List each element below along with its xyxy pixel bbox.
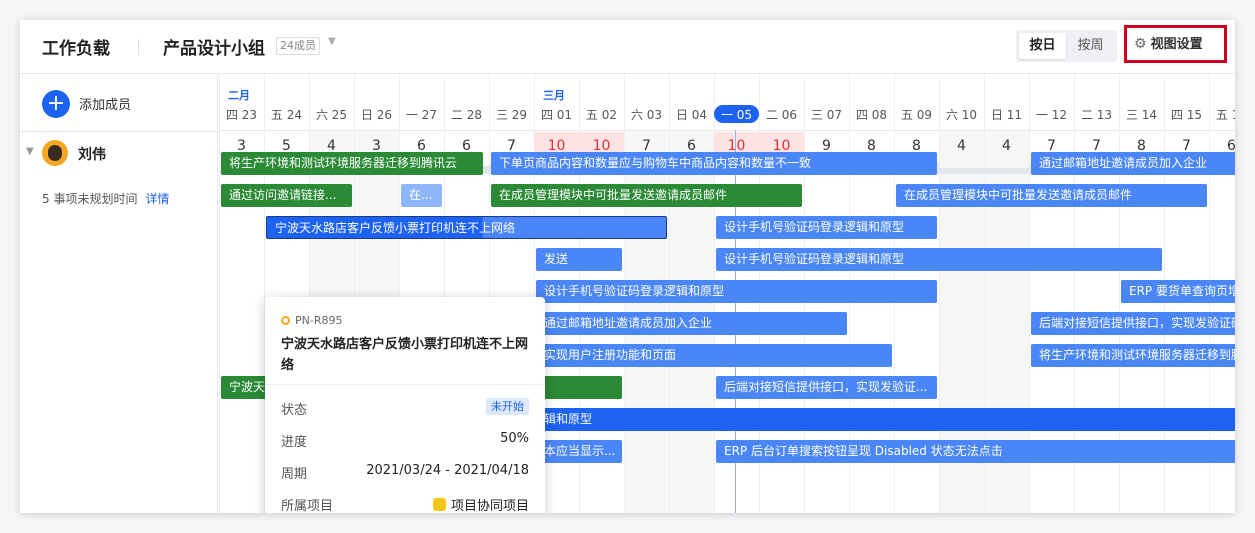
day-label: 四 01 [540, 108, 573, 122]
day-label: 日 11 [990, 108, 1023, 122]
task-bar[interactable]: 设计手机号验证码登录逻辑和原型 [536, 280, 937, 303]
task-bar[interactable]: 宁波天水路店客户反馈小票打印机连不上网络 [266, 216, 667, 239]
day-label: 四 15 [1170, 108, 1203, 122]
task-bar[interactable]: 辑和原型 [536, 408, 1235, 431]
task-title: 宁波天水路店客户反馈小票打印机连不上网络 [281, 337, 529, 373]
day-label: 三 14 [1125, 108, 1158, 122]
header-divider [138, 39, 139, 55]
task-bar[interactable]: 实现用户注册功能和页面 [536, 344, 892, 367]
gear-icon: ⚙ [1134, 36, 1147, 52]
unplanned-info: 5 事项未规划时间 详情 [42, 190, 169, 207]
view-day-button[interactable]: 按日 [1019, 33, 1066, 59]
project-icon [432, 498, 446, 511]
project-label: 所属项目 [281, 499, 334, 513]
task-code: PN-R895 [281, 314, 342, 327]
status-circle-icon [281, 316, 290, 325]
day-label: 五 02 [585, 108, 618, 122]
add-icon[interactable]: + [42, 90, 70, 118]
month-label: 二月 [228, 89, 250, 102]
task-bar[interactable]: 在成员管理模块中可批量发送邀请成员邮件 [491, 184, 802, 207]
view-settings-button[interactable]: ⚙ 视图设置 [1134, 34, 1203, 55]
member-panel: + 添加成员 ▼ 刘伟 5 事项未规划时间 详情 [20, 74, 218, 513]
task-bar[interactable]: 将生产环境和测试环境服务器迁移到腾讯云 [221, 152, 483, 175]
task-bar[interactable]: 下单页商品内容和数量应与购物车中商品内容和数量不一致 [491, 152, 937, 175]
task-bar[interactable]: 设计手机号验证码登录逻辑和原型 [716, 216, 937, 239]
day-label: 四 23 [225, 108, 258, 122]
member-name: 刘伟 [78, 147, 106, 163]
period-label: 周期 [281, 467, 308, 482]
chevron-down-icon[interactable]: ▼ [328, 36, 336, 47]
task-bar[interactable]: 将生产环境和测试环境服务器迁移到腾讯云 [1031, 344, 1235, 367]
details-link[interactable]: 详情 [145, 192, 169, 206]
day-label: 二 06 [765, 108, 798, 122]
group-name[interactable]: 产品设计小组 [163, 34, 265, 59]
project-value[interactable]: 项目协同项目 [432, 495, 529, 513]
load-bar [984, 168, 1029, 174]
task-bar[interactable]: 发送 [536, 248, 622, 271]
chevron-down-icon[interactable]: ▼ [26, 146, 34, 157]
divider [20, 131, 218, 132]
member-count-badge: 24成员 [276, 37, 320, 55]
task-bar[interactable]: 设计手机号验证码登录逻辑和原型 [716, 248, 1162, 271]
task-code-text: PN-R895 [295, 314, 343, 327]
status-badge: 未开始 [486, 398, 529, 415]
day-label: 五 24 [270, 108, 303, 122]
month-label: 三月 [543, 89, 565, 102]
day-label: 二 13 [1080, 108, 1113, 122]
divider [219, 130, 1235, 131]
view-settings-label: 视图设置 [1150, 37, 1203, 52]
day-label: 日 26 [360, 108, 393, 122]
load-bar [939, 168, 984, 174]
day-label: 一 12 [1035, 108, 1068, 122]
day-label: 二 28 [450, 108, 483, 122]
unplanned-text: 5 事项未规划时间 [42, 192, 138, 206]
divider [265, 384, 545, 385]
day-label: 六 10 [945, 108, 978, 122]
task-bar[interactable]: 本应当显示... [536, 440, 622, 463]
task-bar[interactable]: 通过邮箱地址邀请成员加入企业 [536, 312, 847, 335]
status-label: 状态 [281, 403, 308, 418]
task-bar[interactable]: 在成员管理模块中可批量发送邀请成员邮件 [896, 184, 1207, 207]
day-label: 三 29 [495, 108, 528, 122]
progress-value: 50% [500, 431, 529, 446]
page-title: 工作负载 [42, 39, 110, 59]
avatar [42, 140, 68, 166]
task-bar[interactable]: 后端对接短信提供接口，实现发验证... [716, 376, 937, 399]
day-label: 日 04 [675, 108, 708, 122]
day-label: 六 25 [315, 108, 348, 122]
task-tooltip: PN-R895 宁波天水路店客户反馈小票打印机连不上网络 状态 未开始 进度 5… [265, 297, 545, 513]
day-label: 四 08 [855, 108, 888, 122]
workload-window: 工作负载 产品设计小组 24成员 ▼ 按日 按周 ⚙ 视图设置 + 添加成员 ▼ … [20, 20, 1235, 513]
task-bar[interactable]: ERP 要货单查询页增加 [1121, 280, 1235, 303]
status-value: 未开始 [486, 398, 529, 415]
day-label: 五 16 [1215, 108, 1235, 122]
task-bar[interactable]: 在... [401, 184, 442, 207]
task-bar[interactable]: 通过访问邀请链接... [221, 184, 352, 207]
task-bar[interactable]: 通过邮箱地址邀请成员加入企业 [1031, 152, 1235, 175]
task-bar[interactable]: 后端对接短信提供接口，实现发验证码 [1031, 312, 1235, 335]
day-label: 五 09 [900, 108, 933, 122]
view-week-button[interactable]: 按周 [1067, 33, 1114, 59]
workload-count[interactable]: 4 [939, 132, 984, 174]
header: 工作负载 产品设计小组 24成员 ▼ 按日 按周 ⚙ 视图设置 [20, 20, 1235, 74]
workload-count[interactable]: 4 [984, 132, 1029, 174]
period-value: 2021/03/24 - 2021/04/18 [366, 463, 529, 478]
day-label: 三 07 [810, 108, 843, 122]
view-toggle: 按日 按周 [1016, 30, 1117, 62]
task-bar[interactable]: ERP 后台订单搜索按钮呈现 Disabled 状态无法点击 [716, 440, 1235, 463]
day-label: 一 05 [720, 108, 753, 122]
project-name: 项目协同项目 [450, 499, 529, 513]
day-label: 一 27 [405, 108, 438, 122]
progress-label: 进度 [281, 435, 308, 450]
add-member-button[interactable]: 添加成员 [79, 94, 131, 113]
day-label: 六 03 [630, 108, 663, 122]
